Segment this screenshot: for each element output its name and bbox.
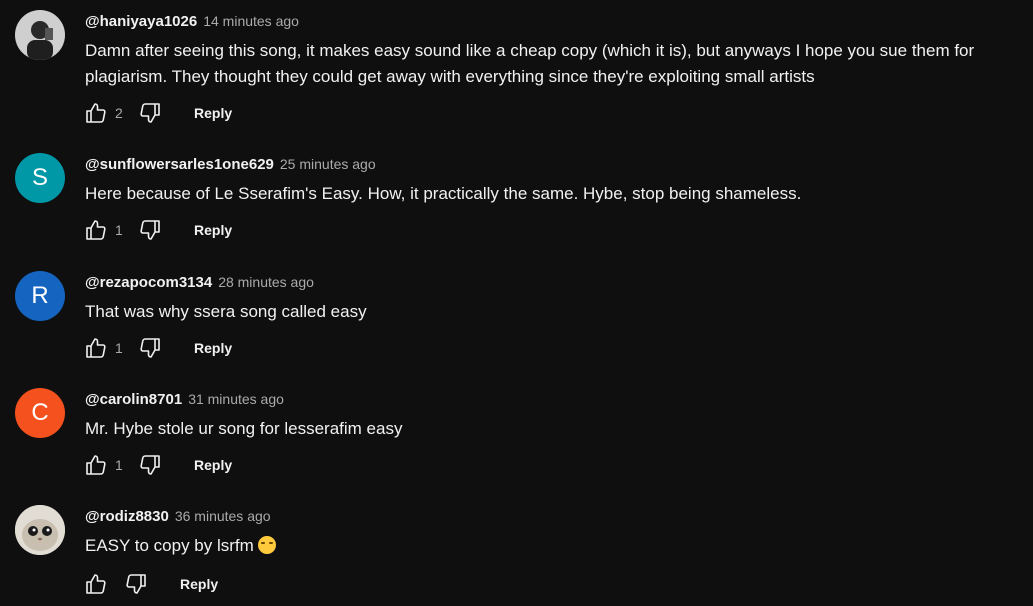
comment-actions: 1 Reply [83, 217, 232, 243]
comment-time[interactable]: 14 minutes ago [203, 13, 299, 29]
dislike-button[interactable] [137, 452, 163, 478]
thumbs-down-icon [140, 220, 160, 240]
reply-button[interactable]: Reply [194, 457, 232, 473]
like-button[interactable] [83, 100, 109, 126]
avatar[interactable] [15, 505, 65, 555]
like-count: 1 [115, 340, 123, 356]
comment-author[interactable]: @carolin8701 [85, 391, 182, 408]
avatar[interactable]: R [15, 271, 65, 321]
like-button[interactable] [83, 571, 109, 597]
comment-actions: 1 Reply [83, 335, 232, 361]
user-photo-icon [15, 10, 65, 60]
thumbs-up-icon [86, 455, 106, 475]
loudly-crying-face-icon [257, 536, 276, 554]
comment-text: Here because of Le Sserafim's Easy. How,… [85, 184, 802, 203]
hamster-photo-icon [15, 505, 65, 555]
thumbs-up-icon [86, 103, 106, 123]
thumbs-up-icon [86, 338, 106, 358]
like-button[interactable] [83, 452, 109, 478]
reply-button[interactable]: Reply [180, 576, 218, 592]
comment-time[interactable]: 25 minutes ago [280, 156, 376, 172]
comment-time[interactable]: 36 minutes ago [175, 508, 271, 524]
like-count: 1 [115, 457, 123, 473]
comment-meta: @carolin8701 31 minutes ago [85, 388, 284, 410]
avatar[interactable]: C [15, 388, 65, 438]
like-button[interactable] [83, 335, 109, 361]
comment-text: That was why ssera song called easy [85, 302, 367, 321]
comment-actions: 1 Reply [83, 452, 232, 478]
comment-text-content: EASY to copy by lsrfm [85, 536, 254, 555]
comment-meta: @sunflowersarles1one629 25 minutes ago [85, 153, 376, 175]
comment-actions: 2 Reply [83, 100, 232, 126]
comment-meta: @rezapocom3134 28 minutes ago [85, 271, 314, 293]
comment-text: Damn after seeing this song, it makes ea… [85, 41, 975, 86]
reply-button[interactable]: Reply [194, 222, 232, 238]
thumbs-up-icon [86, 574, 106, 594]
avatar[interactable]: S [15, 153, 65, 203]
reply-button[interactable]: Reply [194, 340, 232, 356]
comment-text: Mr. Hybe stole ur song for lesserafim ea… [85, 419, 403, 438]
comment-actions: Reply [83, 571, 218, 597]
comment-author[interactable]: @rodiz8830 [85, 508, 169, 525]
reply-button[interactable]: Reply [194, 105, 232, 121]
comment-author[interactable]: @rezapocom3134 [85, 274, 212, 291]
dislike-button[interactable] [137, 217, 163, 243]
like-count: 2 [115, 105, 123, 121]
like-count: 1 [115, 222, 123, 238]
dislike-button[interactable] [137, 335, 163, 361]
thumbs-down-icon [140, 338, 160, 358]
comment-author[interactable]: @haniyaya1026 [85, 13, 197, 30]
avatar-letter: C [31, 399, 49, 426]
avatar[interactable] [15, 10, 65, 60]
dislike-button[interactable] [137, 100, 163, 126]
thumbs-down-icon [140, 455, 160, 475]
like-button[interactable] [83, 217, 109, 243]
comment-author[interactable]: @sunflowersarles1one629 [85, 156, 274, 173]
comment-time[interactable]: 28 minutes ago [218, 274, 314, 290]
thumbs-down-icon [140, 103, 160, 123]
comment-meta: @rodiz8830 36 minutes ago [85, 505, 271, 527]
dislike-button[interactable] [123, 571, 149, 597]
avatar-letter: S [31, 164, 48, 191]
thumbs-up-icon [86, 220, 106, 240]
comment-text: EASY to copy by lsrfm [85, 533, 1015, 559]
thumbs-down-icon [126, 574, 146, 594]
avatar-letter: R [31, 282, 49, 309]
comment-meta: @haniyaya1026 14 minutes ago [85, 10, 299, 32]
comment-time[interactable]: 31 minutes ago [188, 391, 284, 407]
